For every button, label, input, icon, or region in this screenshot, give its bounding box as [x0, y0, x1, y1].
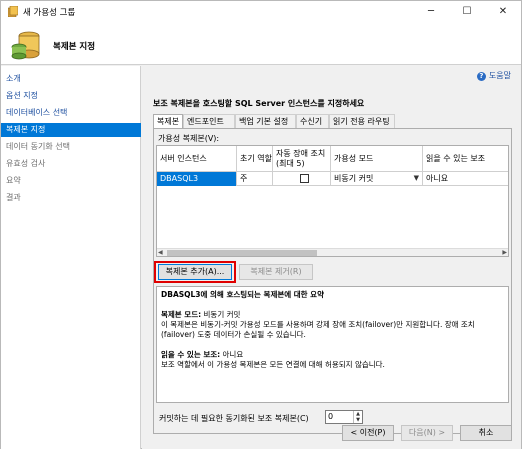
help-link[interactable]: ? 도움말: [476, 70, 511, 81]
minimize-button[interactable]: ─: [413, 1, 449, 23]
sidebar-item-intro[interactable]: 소개: [1, 72, 141, 86]
sidebar-item-results: 결과: [6, 193, 21, 202]
sidebar-item-summary: 요약: [6, 176, 21, 185]
window-title: 새 가용성 그룹: [23, 8, 76, 18]
summary-mode-value: 비동기 커밋: [203, 310, 241, 319]
help-icon: ?: [476, 72, 486, 81]
close-button[interactable]: ✕: [485, 1, 521, 23]
tab-endpoints[interactable]: 엔드포인트: [183, 114, 235, 128]
cell-initial-role: 주: [237, 172, 273, 186]
commit-secondary-label: 커밋하는 데 필요한 동기화된 보조 복제본(C): [159, 414, 309, 423]
sidebar-item-options[interactable]: 옵션 지정: [1, 89, 141, 103]
cell-readable-secondary[interactable]: 아니요: [423, 172, 508, 186]
table-row[interactable]: DBASQL3 주 비동기 커밋 ▼ 아니요: [157, 172, 508, 186]
stepper-down-icon[interactable]: ▼: [354, 417, 362, 423]
scroll-left-icon[interactable]: ◀: [158, 249, 163, 256]
sidebar-item-replicas[interactable]: 복제본 지정: [1, 123, 141, 137]
scroll-right-icon[interactable]: ▶: [502, 249, 507, 256]
col-initial-role[interactable]: 초기 역할: [237, 146, 273, 172]
main-content: ? 도움말 보조 복제본을 호스팅할 SQL Server 인스턴스를 지정하세요…: [142, 66, 521, 449]
add-replica-button[interactable]: 복제본 추가(A)...: [158, 264, 232, 280]
page-title: 복제본 지정: [53, 42, 96, 52]
auto-failover-checkbox[interactable]: [300, 174, 309, 183]
commit-secondary-value: 0: [328, 412, 334, 421]
help-label: 도움말: [488, 71, 511, 80]
summary-readable-value: 아니요: [222, 350, 244, 359]
previous-button[interactable]: < 이전(P): [342, 425, 394, 441]
replicas-group-label: 가용성 복제본(V):: [158, 134, 220, 143]
summary-readable-description: 보조 역할에서 이 가용성 복제본은 모든 연결에 대해 허용되지 않습니다.: [161, 360, 385, 369]
col-readable-secondary[interactable]: 읽을 수 있는 보조: [423, 146, 508, 172]
tab-readonly-routing[interactable]: 읽기 전용 라우팅: [329, 114, 395, 128]
cell-auto-failover: [273, 172, 331, 186]
tab-listener[interactable]: 수신기: [296, 114, 329, 128]
replica-summary: DBASQL3에 의해 호스팅되는 복제본에 대한 요약 복제본 모드: 비동기…: [156, 286, 509, 403]
availability-mode-select[interactable]: 비동기 커밋 ▼: [331, 172, 423, 186]
replicas-panel: 가용성 복제본(V): 서버 인스턴스 초기 역할 자동 장애 조치(최대 5)…: [153, 128, 512, 434]
cell-server-instance[interactable]: DBASQL3: [157, 172, 237, 186]
tab-backup-preferences[interactable]: 백업 기본 설정: [235, 114, 296, 128]
wizard-sidebar: 소개 옵션 지정 데이터베이스 선택 복제본 지정 데이터 동기화 선택 유효성…: [1, 66, 141, 449]
maximize-button[interactable]: ☐: [449, 1, 485, 23]
summary-readable-heading: 읽을 수 있는 보조:: [161, 350, 221, 359]
commit-secondary-stepper[interactable]: 0 ▲ ▼: [325, 410, 363, 424]
title-bar: 새 가용성 그룹 ─ ☐ ✕: [1, 1, 521, 23]
database-replica-icon: [11, 31, 40, 60]
tab-replicas[interactable]: 복제본: [153, 114, 183, 129]
replicas-grid: 서버 인스턴스 초기 역할 자동 장애 조치(최대 5) 가용성 모드 읽을 수…: [156, 145, 509, 257]
page-header: 복제본 지정: [1, 23, 521, 65]
next-button[interactable]: 다음(N) >: [401, 425, 453, 441]
grid-header: 서버 인스턴스 초기 역할 자동 장애 조치(최대 5) 가용성 모드 읽을 수…: [157, 146, 508, 172]
grid-horizontal-scrollbar[interactable]: ◀ ▶: [157, 248, 508, 256]
instruction-text: 보조 복제본을 호스팅할 SQL Server 인스턴스를 지정하세요: [153, 99, 365, 108]
remove-replica-button[interactable]: 복제본 제거(R): [239, 264, 313, 280]
col-auto-failover[interactable]: 자동 장애 조치(최대 5): [273, 146, 331, 172]
sidebar-item-validation: 유효성 검사: [6, 159, 46, 168]
availability-mode-value: 비동기 커밋: [334, 174, 374, 183]
summary-mode-description: 이 복제본은 비동기-커밋 가용성 모드를 사용하며 강제 장애 조치(fail…: [161, 320, 475, 339]
summary-mode-heading: 복제본 모드:: [161, 310, 202, 319]
sidebar-item-databases[interactable]: 데이터베이스 선택: [1, 106, 141, 120]
stepper-arrows[interactable]: ▲ ▼: [353, 411, 362, 423]
col-server-instance[interactable]: 서버 인스턴스: [157, 146, 237, 172]
chevron-down-icon: ▼: [413, 174, 419, 182]
col-availability-mode[interactable]: 가용성 모드: [331, 146, 423, 172]
cancel-button[interactable]: 취소: [460, 425, 512, 441]
availability-group-icon: [8, 6, 18, 17]
scrollbar-thumb[interactable]: [167, 250, 317, 256]
sidebar-item-data-sync: 데이터 동기화 선택: [6, 142, 70, 151]
summary-title: DBASQL3에 의해 호스팅되는 복제본에 대한 요약: [161, 290, 324, 299]
dialog-window: 새 가용성 그룹 ─ ☐ ✕ 복제본 지정 소개 옵션 지정 데이터베이스 선택…: [0, 0, 522, 449]
